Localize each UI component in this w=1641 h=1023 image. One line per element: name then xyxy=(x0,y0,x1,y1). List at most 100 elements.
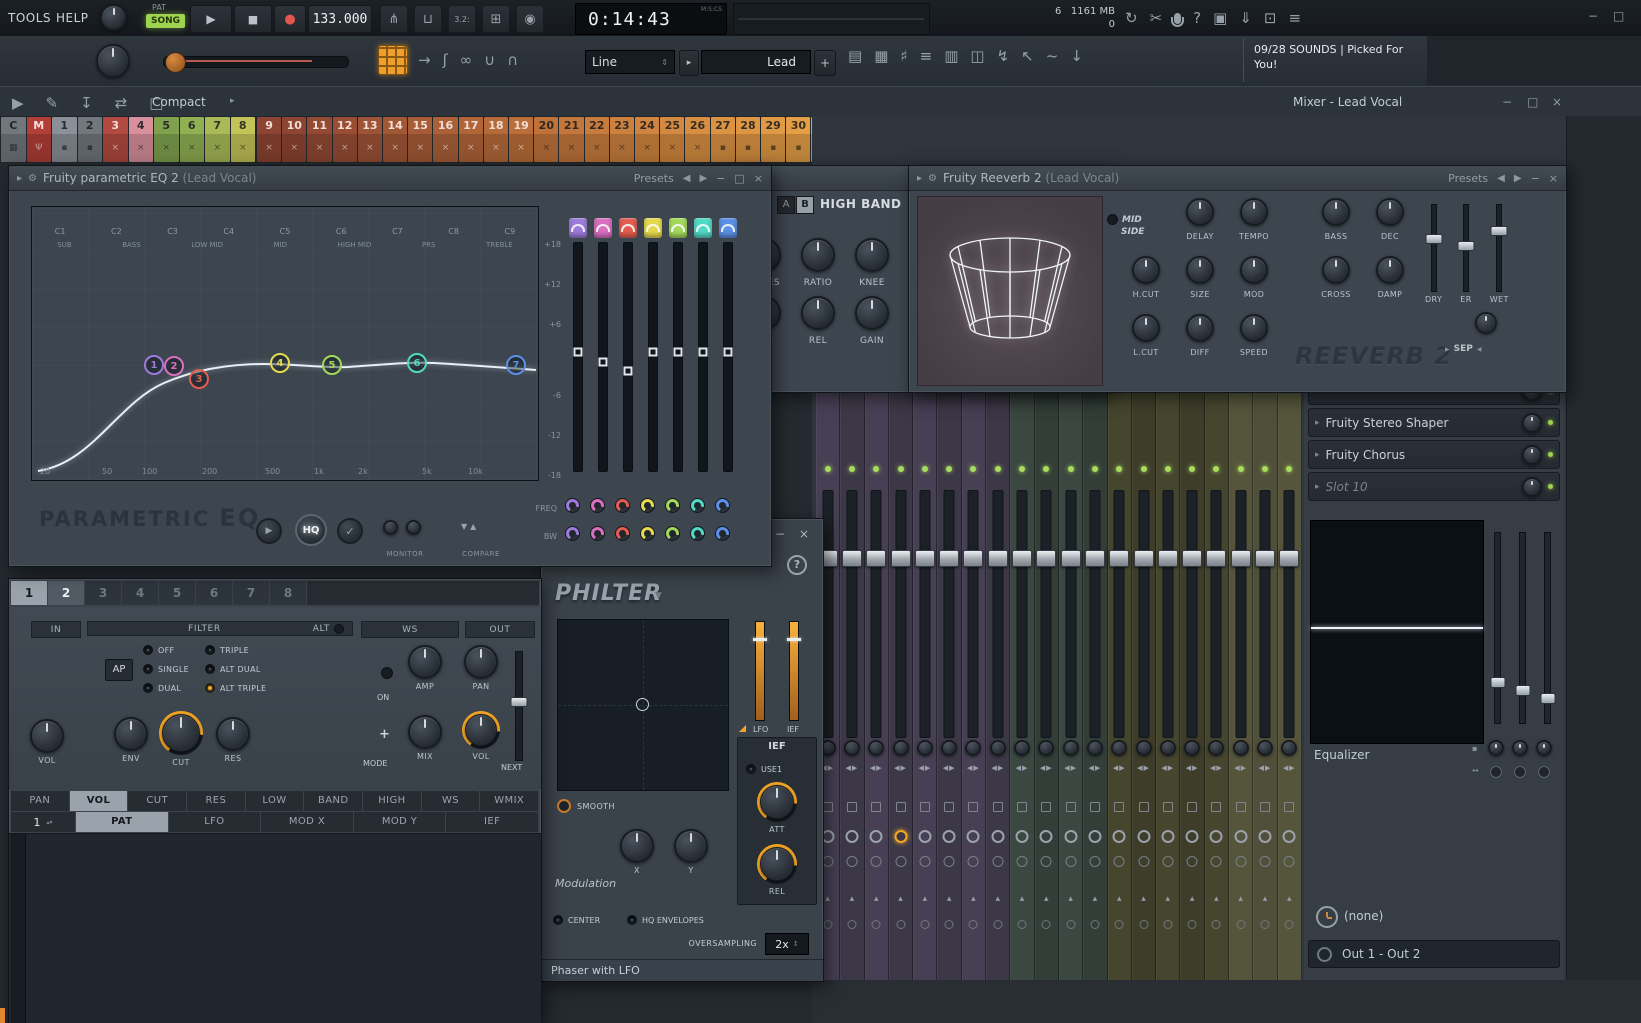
mixer-slot[interactable]: ▸Fruity Stereo Shaper xyxy=(1308,408,1560,437)
eq-gain-handle[interactable] xyxy=(673,348,682,357)
mixer-strip[interactable]: ◀▶▴ xyxy=(1156,392,1180,980)
lp-pattern-stepper[interactable]: 1 ▴▾ xyxy=(11,812,75,832)
mixer-strip[interactable]: ◀▶▴ xyxy=(1083,392,1107,980)
mixer-strip[interactable]: ◀▶▴ xyxy=(962,392,986,980)
feedback-icon[interactable]: ⊡ xyxy=(1264,9,1277,27)
reverb-knob-hcut[interactable] xyxy=(1132,256,1160,284)
eq-freq-knob[interactable] xyxy=(640,498,655,513)
collapse-arrow-icon[interactable]: ▸ xyxy=(917,173,922,184)
pattern-cell-18[interactable]: 18× xyxy=(484,117,508,162)
eq-band-handle-1[interactable]: 1 xyxy=(144,355,164,375)
mixer-maximize-button[interactable]: □ xyxy=(1527,95,1538,109)
song-position-bar[interactable] xyxy=(733,3,930,35)
pattern-cell-27[interactable]: 27▪ xyxy=(711,117,735,162)
strip-fader[interactable] xyxy=(1065,490,1076,738)
ab-compare-b[interactable]: B xyxy=(796,196,814,214)
pattern-cell-12[interactable]: 12× xyxy=(333,117,357,162)
mbc-knob-ratio[interactable] xyxy=(801,238,835,272)
eq-band-type-button[interactable] xyxy=(694,218,712,238)
wait-input-icon[interactable]: ⊔ xyxy=(414,5,442,33)
mix-knob[interactable]: MIX xyxy=(403,715,447,761)
lp-target-tab-ws[interactable]: WS xyxy=(422,791,480,811)
ws-on-toggle[interactable] xyxy=(381,667,393,679)
eq-gain-slider[interactable] xyxy=(698,242,708,472)
pattern-cell-8[interactable]: 8× xyxy=(231,117,256,162)
rack-eq-slider[interactable] xyxy=(1494,532,1501,724)
browser-icon[interactable]: ▥ xyxy=(944,47,958,65)
mixer-slot-partial[interactable]: ▸ xyxy=(1308,392,1560,405)
lp-source-tab-mod-y[interactable]: MOD Y xyxy=(354,812,446,832)
strip-pan-knob[interactable] xyxy=(844,740,860,756)
swoosh-icon[interactable]: ~ xyxy=(1046,47,1059,65)
compare-up-icon[interactable]: ▲ xyxy=(470,522,476,531)
lp-source-tab-lfo[interactable]: LFO xyxy=(169,812,261,832)
collapse-arrow-icon[interactable]: ▸ xyxy=(17,173,22,184)
pattern-cell-11[interactable]: 11× xyxy=(307,117,331,162)
export-icon[interactable]: ⇓ xyxy=(1239,9,1252,27)
lp-tab-6[interactable]: 6 xyxy=(196,581,232,605)
oversampling-selector[interactable]: 2x ↕ xyxy=(765,933,809,955)
strip-fader[interactable] xyxy=(871,490,882,738)
eq-gain-handle[interactable] xyxy=(573,348,582,357)
presets-label[interactable]: Presets xyxy=(1448,172,1488,185)
lp-target-tab-band[interactable]: BAND xyxy=(304,791,362,811)
swap-icon[interactable]: ⇄ xyxy=(115,94,128,112)
lp-tab-5[interactable]: 5 xyxy=(159,581,195,605)
close-button[interactable]: × xyxy=(1549,172,1558,185)
strip-fader-handle[interactable] xyxy=(1085,550,1105,567)
preset-prev-icon[interactable]: ◀ xyxy=(1497,173,1505,184)
strip-pan-knob[interactable] xyxy=(1281,740,1297,756)
center-toggle[interactable]: CENTER xyxy=(553,915,600,925)
minimize-button[interactable]: − xyxy=(775,527,785,541)
ab-compare-a[interactable]: A xyxy=(777,196,795,214)
amp-knob[interactable]: AMP xyxy=(403,645,447,691)
eq-bw-knob[interactable] xyxy=(715,526,730,541)
help-button[interactable]: ? xyxy=(787,555,807,575)
eq-freq-knob[interactable] xyxy=(565,498,580,513)
pattern-cell-19[interactable]: 19× xyxy=(509,117,533,162)
metronome-icon[interactable]: ⋔ xyxy=(380,5,408,33)
close-button[interactable]: × xyxy=(799,527,809,541)
eq-freq-knob[interactable] xyxy=(715,498,730,513)
eq-band-handle-6[interactable]: 6 xyxy=(407,353,427,373)
strip-fader[interactable] xyxy=(1041,490,1052,738)
minimize-button[interactable]: − xyxy=(1531,172,1540,185)
shuffle-slider[interactable] xyxy=(163,56,349,68)
mixer-strip[interactable]: ◀▶▴ xyxy=(889,392,913,980)
pattern-cell-C[interactable]: C▦ xyxy=(1,117,26,162)
eq-gain-handle[interactable] xyxy=(723,348,732,357)
slide-tool-icon[interactable]: ʃ xyxy=(443,51,448,69)
rack-eq-knob[interactable] xyxy=(1512,740,1528,756)
strip-pan-knob[interactable] xyxy=(1208,740,1224,756)
strip-fader[interactable] xyxy=(968,490,979,738)
mixer-strip[interactable]: ◀▶▴ xyxy=(937,392,961,980)
lp-tab-3[interactable]: 3 xyxy=(85,581,121,605)
ief-rel-knob[interactable]: REL xyxy=(754,844,800,896)
reverb-knob-mod[interactable] xyxy=(1240,256,1268,284)
audio-output-selector[interactable]: Out 1 - Out 2 xyxy=(1308,940,1560,968)
reverb-knob-damp[interactable] xyxy=(1376,256,1404,284)
strip-fader-handle[interactable] xyxy=(891,550,911,567)
eq-gain-slider[interactable] xyxy=(623,242,633,472)
reverb-knob-lcut[interactable] xyxy=(1132,314,1160,342)
reverb-knob-delay[interactable] xyxy=(1186,198,1214,226)
strip-pan-knob[interactable] xyxy=(1233,740,1249,756)
mic-icon[interactable] xyxy=(1174,13,1181,24)
strip-pan-knob[interactable] xyxy=(1087,740,1103,756)
pattern-cell-6[interactable]: 6× xyxy=(180,117,205,162)
eq-bw-knob[interactable] xyxy=(615,526,630,541)
eq-apply-button[interactable]: ✓ xyxy=(337,518,363,544)
step-seq-icon[interactable]: ▦ xyxy=(874,47,888,65)
monitor-knob-l[interactable] xyxy=(383,520,398,535)
ief-att-knob[interactable]: ATT xyxy=(754,782,800,834)
pattern-cell-9[interactable]: 9× xyxy=(257,117,281,162)
mixer-slot[interactable]: ▸Fruity Chorus xyxy=(1308,440,1560,469)
strip-pan-knob[interactable] xyxy=(1063,740,1079,756)
pattern-cell-14[interactable]: 14× xyxy=(383,117,407,162)
rack-eq-dot-knob[interactable] xyxy=(1514,766,1526,778)
rack-eq-knob[interactable] xyxy=(1488,740,1504,756)
strip-fader-handle[interactable] xyxy=(1061,550,1081,567)
lp-target-tab-vol[interactable]: VOL xyxy=(70,791,128,811)
next-slider-handle[interactable] xyxy=(511,697,528,707)
pattern-cell-22[interactable]: 22× xyxy=(585,117,609,162)
